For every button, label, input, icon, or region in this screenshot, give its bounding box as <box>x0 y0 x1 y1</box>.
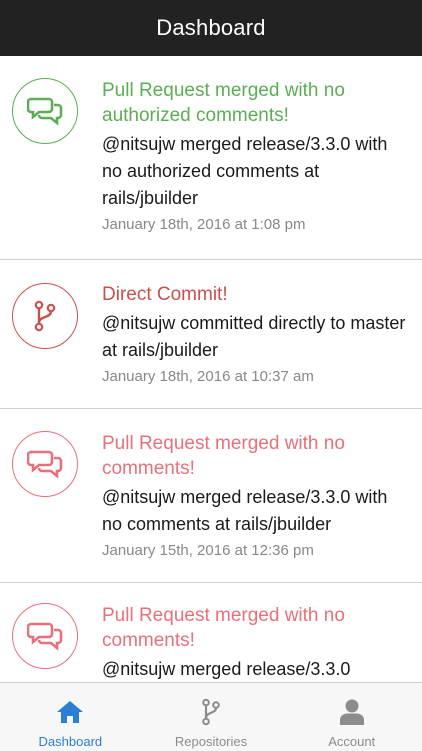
nav-bar: Dashboard <box>0 0 422 56</box>
event-timestamp: January 18th, 2016 at 10:37 am <box>102 368 314 385</box>
user-icon <box>339 697 365 727</box>
home-icon <box>56 697 84 727</box>
event-description: @nitsujw merged release/3.3.0 with no au… <box>102 134 388 208</box>
event-description: @nitsujw committed directly to master at… <box>102 313 406 360</box>
feed-card[interactable]: Pull Request merged with no comments! @n… <box>0 409 422 583</box>
event-title: Pull Request merged with no comments! <box>102 605 345 651</box>
comments-icon <box>12 603 78 669</box>
feed-card[interactable]: Pull Request merged with no comments! @n… <box>0 583 422 682</box>
event-timestamp: January 15th, 2016 at 12:36 pm <box>102 542 314 559</box>
event-title: Pull Request merged with no authorized c… <box>102 80 345 126</box>
event-timestamp: January 18th, 2016 at 1:08 pm <box>102 216 306 233</box>
activity-feed[interactable]: Pull Request merged with no authorized c… <box>0 56 422 682</box>
tab-dashboard[interactable]: Dashboard <box>0 683 141 751</box>
tab-repositories[interactable]: Repositories <box>141 683 282 751</box>
event-title: Pull Request merged with no comments! <box>102 433 345 479</box>
tab-bar: Dashboard Repositories Account <box>0 682 422 751</box>
tab-label: Dashboard <box>38 734 103 749</box>
tab-label: Repositories <box>174 734 248 749</box>
tab-label: Account <box>328 734 376 749</box>
feed-card[interactable]: Direct Commit! @nitsujw committed direct… <box>0 260 422 409</box>
event-description: @nitsujw merged release/3.3.0 with no co… <box>102 487 388 534</box>
comments-icon <box>12 78 78 144</box>
branch-icon <box>12 283 78 349</box>
comments-icon <box>12 431 78 497</box>
branch-icon <box>200 697 222 727</box>
tab-account[interactable]: Account <box>281 683 422 751</box>
event-description: @nitsujw merged release/3.3.0 <box>102 659 351 679</box>
feed-card[interactable]: Pull Request merged with no authorized c… <box>0 56 422 260</box>
event-title: Direct Commit! <box>102 284 228 305</box>
page-title: Dashboard <box>156 15 266 40</box>
